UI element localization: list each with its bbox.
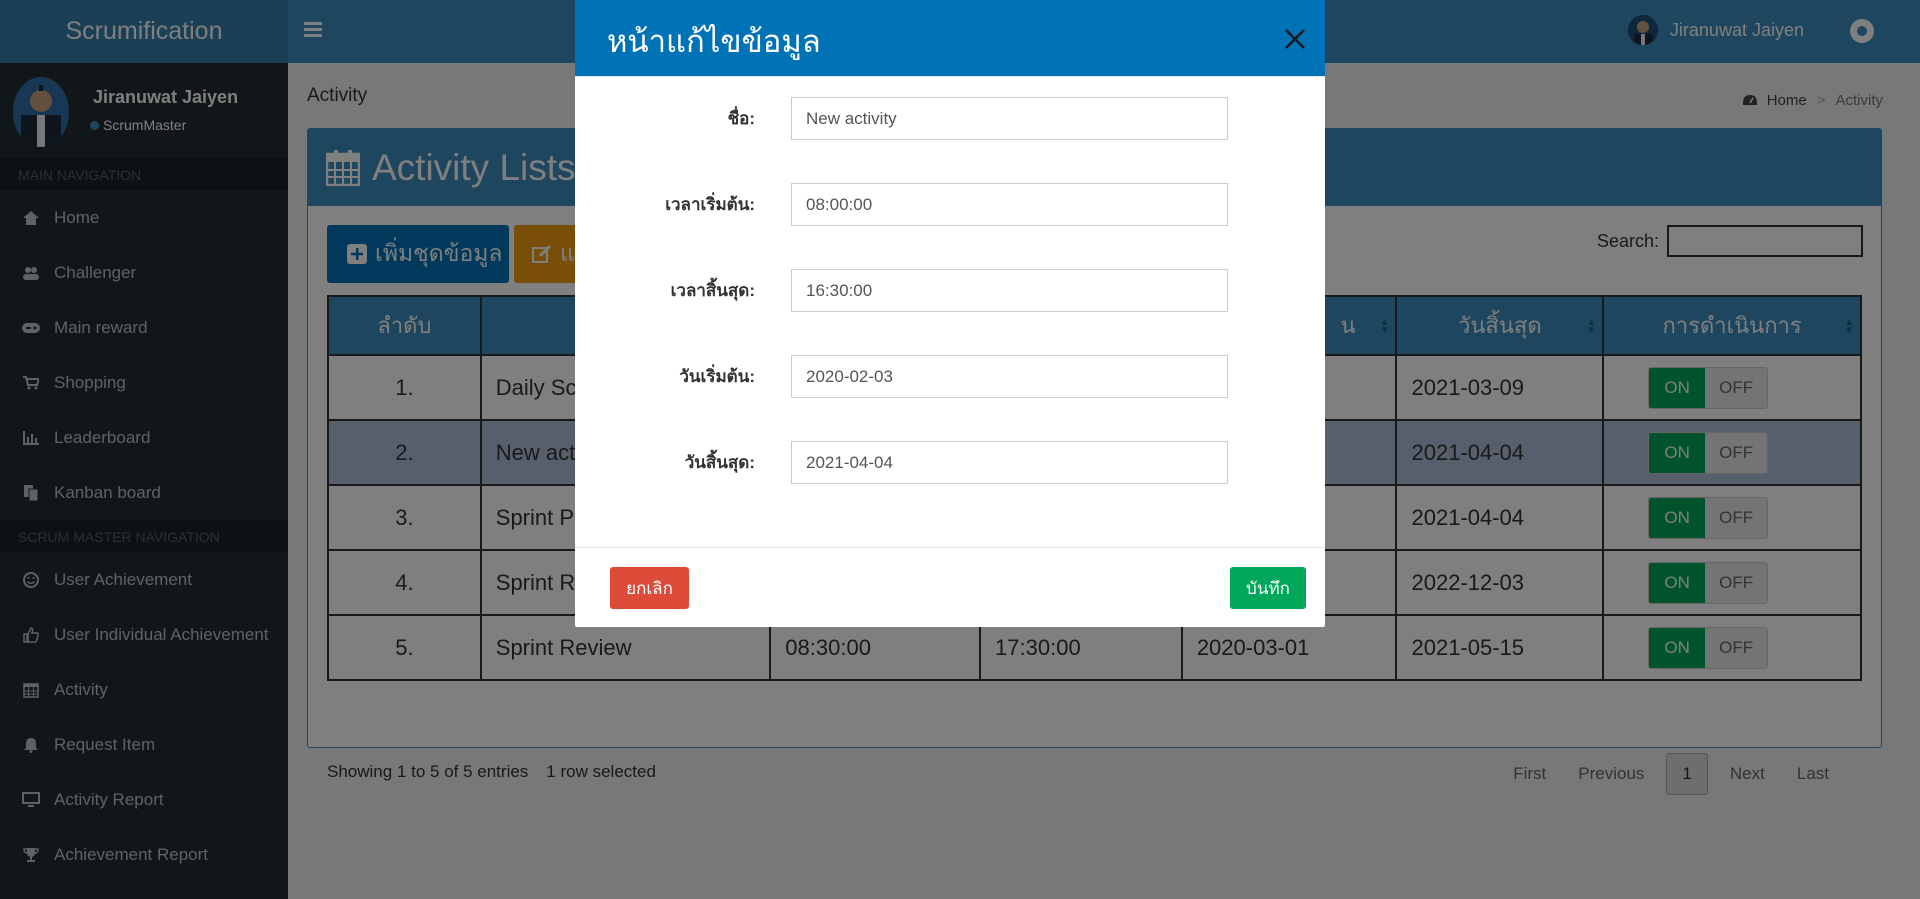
form-row-name: ชื่อ: [575, 97, 1325, 141]
name-field[interactable] [791, 97, 1228, 140]
start-time-label: เวลาเริ่มต้น: [665, 195, 755, 214]
start-date-field[interactable] [791, 355, 1228, 398]
end-time-label: เวลาสิ้นสุด: [670, 281, 755, 300]
end-date-label: วันสิ้นสุด: [684, 453, 755, 472]
start-time-field[interactable] [791, 183, 1228, 226]
edit-modal: หน้าแก้ไขข้อมูล ชื่อ: เวลาเริ่มต้น: เวลา… [575, 0, 1325, 627]
modal-footer: ยกเลิก บันทึก [575, 547, 1325, 627]
cancel-button[interactable]: ยกเลิก [610, 567, 689, 609]
form-row-start-time: เวลาเริ่มต้น: [575, 183, 1325, 227]
start-date-label: วันเริ่มต้น: [679, 367, 755, 386]
end-date-field[interactable] [791, 441, 1228, 484]
form-row-end-date: วันสิ้นสุด: [575, 441, 1325, 485]
modal-header: หน้าแก้ไขข้อมูล [575, 0, 1325, 77]
name-label: ชื่อ: [727, 109, 755, 128]
form-row-start-date: วันเริ่มต้น: [575, 355, 1325, 399]
modal-title: หน้าแก้ไขข้อมูล [607, 24, 821, 59]
end-time-field[interactable] [791, 269, 1228, 312]
save-button[interactable]: บันทึก [1230, 567, 1306, 609]
close-icon[interactable] [1283, 27, 1307, 51]
form-row-end-time: เวลาสิ้นสุด: [575, 269, 1325, 313]
